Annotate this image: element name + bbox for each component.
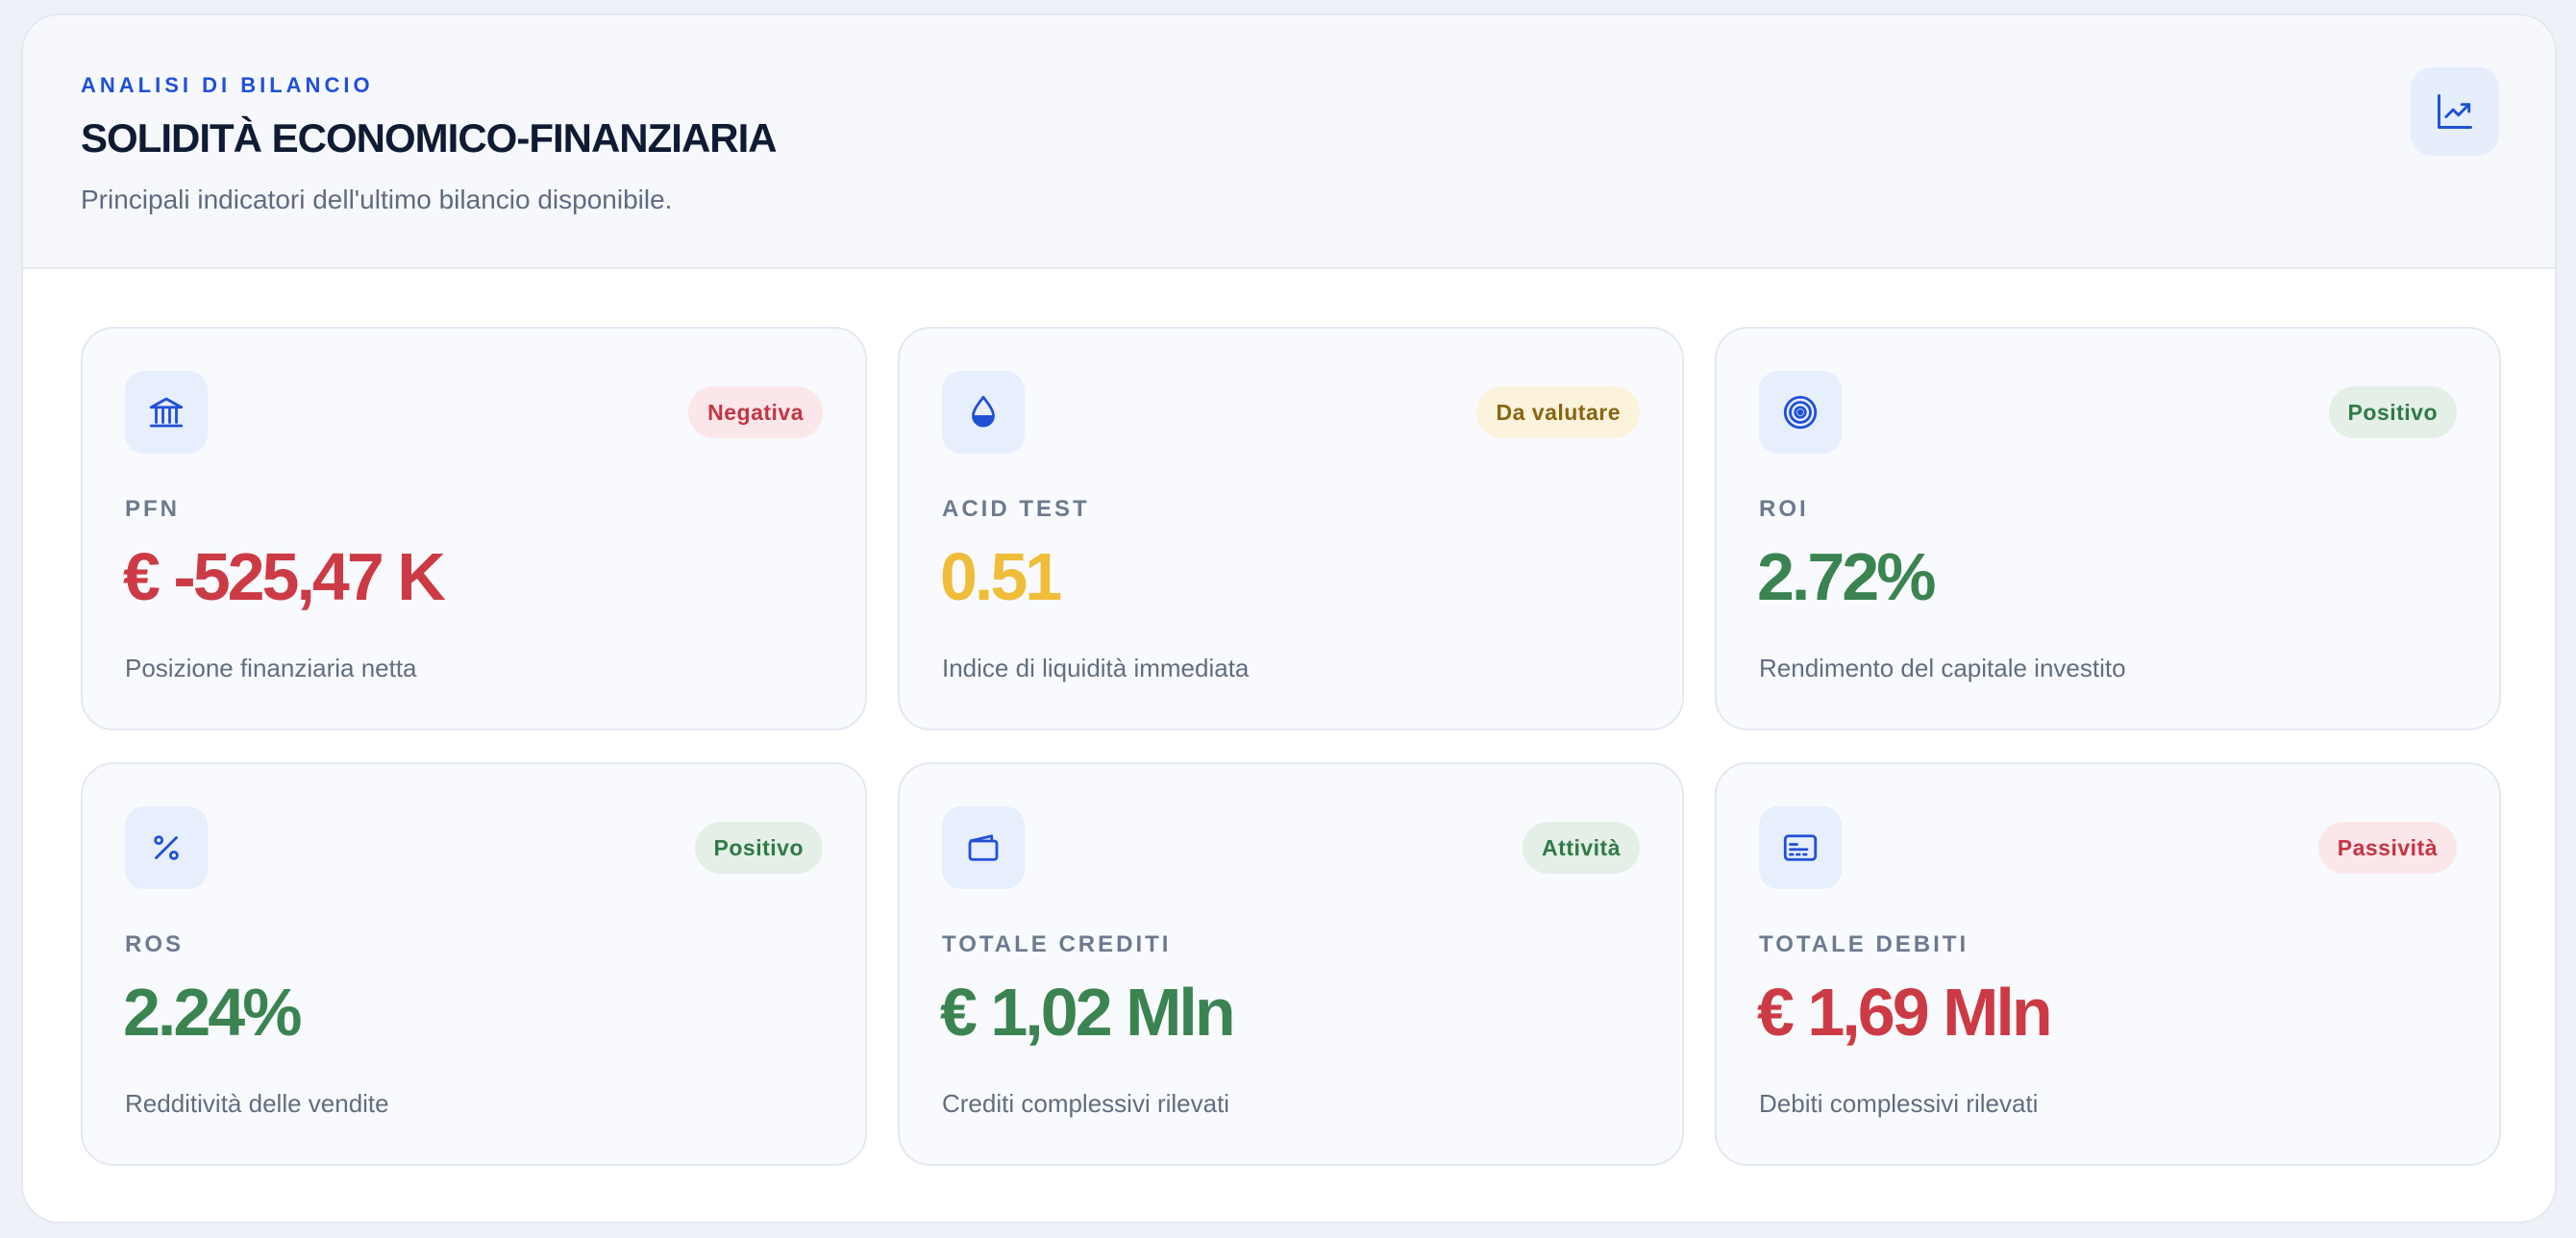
kpi-description: Rendimento del capitale investito	[1759, 654, 2126, 682]
section-eyebrow: ANALISI DI BILANCIO	[81, 73, 374, 97]
kpi-label: TOTALE CREDITI	[942, 931, 1172, 957]
status-badge: Negativa	[688, 386, 823, 438]
kpi-value: 2.24%	[123, 975, 302, 1050]
status-badge: Passività	[2317, 822, 2457, 874]
kpi-value: 0.51	[940, 539, 1062, 614]
kpi-value: € 1,02 Mln	[940, 975, 1236, 1050]
kpi-card-acid-test: Da valutare ACID TEST 0.51 Indice di liq…	[898, 327, 1684, 730]
kpi-description: Redditività delle vendite	[125, 1089, 389, 1118]
kpi-description: Debiti complessivi rilevati	[1759, 1089, 2039, 1118]
panel-header: ANALISI DI BILANCIO SOLIDITÀ ECONOMICO-F…	[23, 15, 2555, 269]
kpi-label: PFN	[125, 496, 180, 522]
financial-panel: ANALISI DI BILANCIO SOLIDITÀ ECONOMICO-F…	[21, 13, 2557, 1224]
kpi-card-roi: Positivo ROI 2.72% Rendimento del capita…	[1715, 327, 2501, 730]
kpi-card-debiti: Passività TOTALE DEBITI € 1,69 Mln Debit…	[1715, 762, 2501, 1166]
kpi-card-ros: Positivo ROS 2.24% Redditività delle ven…	[81, 762, 867, 1166]
kpi-card-pfn: Negativa PFN € -525,47 K Posizione finan…	[81, 327, 867, 730]
wallet-icon	[942, 806, 1025, 889]
kpi-description: Crediti complessivi rilevati	[942, 1089, 1230, 1118]
kpi-value: € 1,69 Mln	[1757, 975, 2053, 1050]
target-icon	[1759, 371, 1842, 454]
drop-icon	[942, 371, 1025, 454]
kpi-value: 2.72%	[1757, 539, 1936, 614]
page-subtitle: Principali indicatori dell'ultimo bilanc…	[81, 185, 673, 214]
kpi-description: Indice di liquidità immediata	[942, 654, 1250, 682]
status-badge: Positivo	[694, 822, 823, 874]
kpi-label: TOTALE DEBITI	[1759, 931, 1969, 957]
status-badge: Da valutare	[1476, 386, 1640, 438]
bank-icon	[125, 371, 208, 454]
kpi-value: € -525,47 K	[123, 539, 446, 614]
kpi-label: ACID TEST	[942, 496, 1090, 522]
chart-trend-icon[interactable]	[2411, 67, 2499, 156]
kpi-label: ROS	[125, 931, 185, 957]
kpi-description: Posizione finanziaria netta	[125, 654, 417, 682]
kpi-card-crediti: Attività TOTALE CREDITI € 1,02 Mln Credi…	[898, 762, 1684, 1166]
status-badge: Positivo	[2328, 386, 2457, 438]
status-badge: Attività	[1523, 822, 1640, 874]
page-title: SOLIDITÀ ECONOMICO-FINANZIARIA	[81, 115, 778, 161]
kpi-label: ROI	[1759, 496, 1809, 522]
card-icon	[1759, 806, 1842, 889]
percent-icon	[125, 806, 208, 889]
